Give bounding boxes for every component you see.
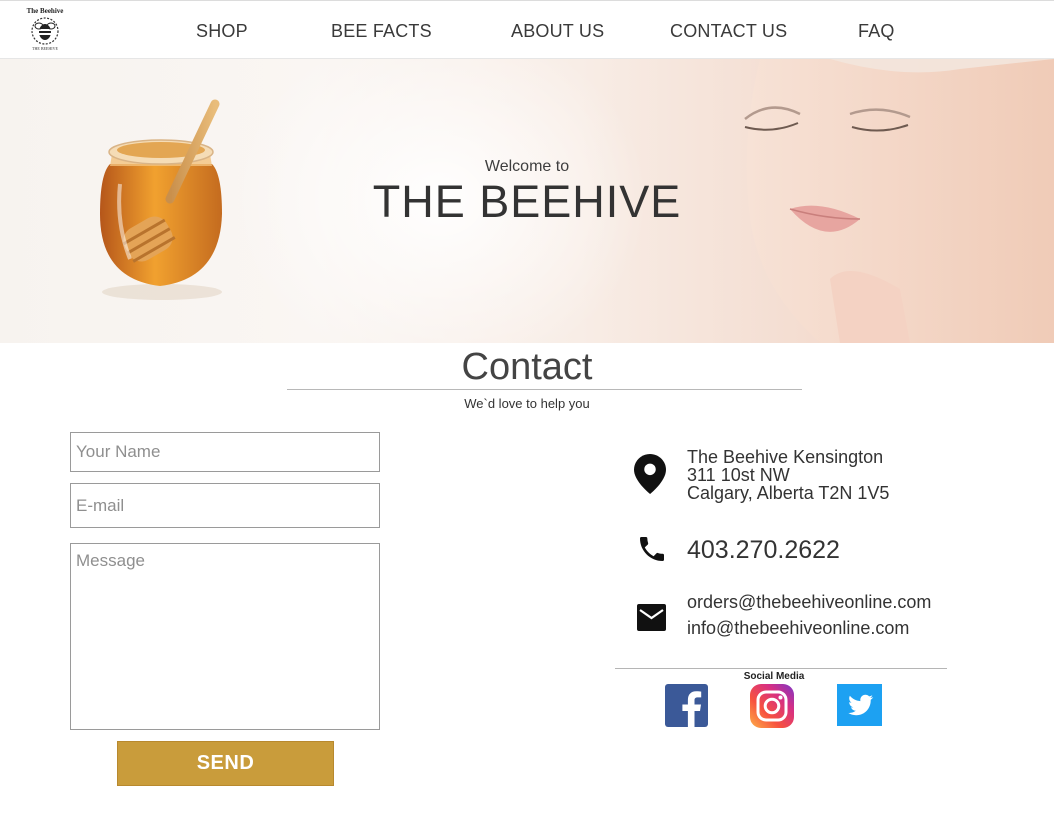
info-email-link[interactable]: info@thebeehiveonline.com [687,618,909,639]
address-line-2: 311 10st NW [687,465,790,485]
nav-shop-link[interactable]: SHOP [196,21,248,42]
store-address: The Beehive Kensington 311 10st NW Calga… [687,448,889,502]
contact-title: Contact [461,346,593,388]
logo-title: The Beehive [26,7,64,15]
facebook-icon[interactable] [665,684,708,727]
hero-title: THE BEEHIVE [372,176,682,227]
contact-subtitle: We`d love to help you [464,396,590,411]
nav-faq-link[interactable]: FAQ [858,21,895,42]
hero-banner: Welcome to THE BEEHIVE [0,59,1054,343]
phone-number[interactable]: 403.270.2622 [687,536,840,565]
address-line-3: Calgary, Alberta T2N 1V5 [687,483,890,503]
address-line-1: The Beehive Kensington [687,447,884,467]
logo-caption: THE BEEHIVE [32,46,58,51]
name-input[interactable] [70,432,380,472]
orders-email-link[interactable]: orders@thebeehiveonline.com [687,592,931,613]
nav-about-us-link[interactable]: ABOUT US [511,21,604,42]
nav-bee-facts-link[interactable]: BEE FACTS [331,21,432,42]
twitter-icon[interactable] [837,684,882,726]
nav-contact-us-link[interactable]: CONTACT US [670,21,787,42]
instagram-icon[interactable] [750,684,794,728]
bee-logo-icon [31,17,59,45]
mail-icon [637,604,666,631]
send-button[interactable]: SEND [117,741,334,786]
email-input[interactable] [70,483,380,528]
phone-icon [640,537,664,561]
message-textarea[interactable] [70,543,380,730]
location-pin-icon [634,454,666,494]
top-navigation: The Beehive THE BEEHIVE SHOP BEE FACTS A… [0,0,1054,59]
social-media-label: Social Media [743,671,805,682]
hero-welcome-text: Welcome to [484,158,570,175]
site-logo[interactable]: The Beehive THE BEEHIVE [24,7,66,57]
contact-divider [287,389,802,390]
social-divider [615,668,947,669]
